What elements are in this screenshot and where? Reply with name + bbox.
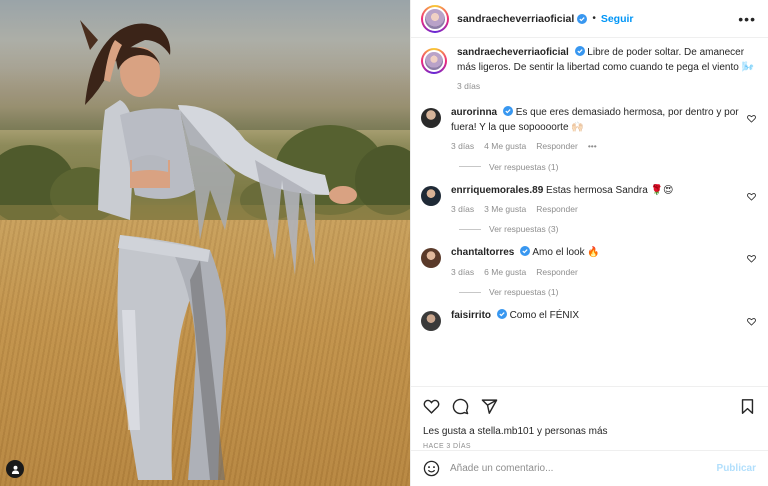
- comments-list[interactable]: sandraecheverriaoficial Libre de poder s…: [411, 38, 768, 386]
- comment-likes[interactable]: 3 Me gusta: [484, 203, 526, 215]
- view-replies-button[interactable]: Ver respuestas (1): [459, 162, 756, 172]
- reply-button[interactable]: Responder: [536, 203, 578, 215]
- view-replies-label: Ver respuestas (1): [489, 161, 559, 172]
- add-comment-bar: Publicar: [411, 450, 768, 486]
- caption-time: 3 días: [457, 81, 481, 91]
- comment-time: 3 días: [451, 266, 475, 277]
- person-icon: [11, 465, 19, 474]
- follow-button[interactable]: Seguir: [601, 13, 634, 25]
- comment-username[interactable]: enrriquemorales.89: [451, 185, 543, 196]
- verified-badge-icon: [496, 309, 507, 320]
- comment-time: 3 días: [451, 204, 475, 215]
- comment-username[interactable]: chantaltorres: [451, 247, 514, 258]
- comment-text: Amo el look 🔥: [532, 247, 600, 259]
- emoji-smiley-icon[interactable]: [423, 460, 440, 477]
- comment-input[interactable]: [450, 463, 717, 474]
- more-dots-icon[interactable]: •••: [738, 11, 756, 27]
- author-username[interactable]: sandraecheverriaoficial: [457, 13, 574, 25]
- comment-username[interactable]: faisirrito: [451, 310, 491, 321]
- post-timestamp: HACE 3 DÍAS: [423, 443, 471, 450]
- comment-avatar[interactable]: [421, 108, 441, 129]
- view-replies-label: Ver respuestas (1): [489, 287, 559, 298]
- comment-avatar[interactable]: [421, 185, 441, 206]
- comment-text: Estas hermosa Sandra 🌹😍: [546, 184, 674, 196]
- heart-icon[interactable]: [747, 317, 756, 326]
- caption-username[interactable]: sandraecheverriaoficial: [457, 47, 569, 58]
- share-paper-plane-icon[interactable]: [481, 398, 498, 415]
- verified-badge-icon: [574, 46, 585, 56]
- user-tag-icon[interactable]: [6, 460, 24, 478]
- post-header: sandraecheverriaoficial • Seguir •••: [411, 0, 768, 38]
- author-avatar[interactable]: [421, 4, 449, 33]
- action-bar: [411, 386, 768, 426]
- heart-icon[interactable]: [747, 114, 756, 123]
- comment-item: chantaltorres Amo el look 🔥 3 días 6 Me …: [421, 246, 756, 278]
- heart-icon[interactable]: [747, 192, 756, 201]
- heart-icon[interactable]: [747, 254, 756, 264]
- comment-bubble-icon[interactable]: [452, 398, 469, 415]
- comment-item: enrriquemorales.89 Estas hermosa Sandra …: [421, 184, 756, 216]
- comment-username[interactable]: aurorinna: [451, 107, 497, 118]
- comment-item: faisirrito Como el FÉNIX: [421, 309, 756, 332]
- comment-text: Como el FÉNIX: [509, 310, 580, 322]
- comment-avatar[interactable]: [421, 248, 441, 269]
- verified-badge-icon: [577, 13, 588, 24]
- reply-button[interactable]: Responder: [536, 140, 578, 152]
- photo-woman-silver-outfit: [80, 20, 357, 480]
- publish-button[interactable]: Publicar: [717, 463, 756, 474]
- likes-summary[interactable]: Les gusta a stella.mb101 y personas más: [411, 426, 768, 437]
- comment-options[interactable]: •••: [588, 140, 597, 152]
- caption: sandraecheverriaoficial Libre de poder s…: [421, 46, 756, 92]
- heart-icon[interactable]: [423, 398, 440, 415]
- view-replies-button[interactable]: Ver respuestas (1): [459, 287, 756, 297]
- comment-likes[interactable]: 6 Me gusta: [484, 266, 526, 278]
- view-replies-button[interactable]: Ver respuestas (3): [459, 224, 756, 234]
- post-modal: sandraecheverriaoficial • Seguir ••• san…: [0, 0, 768, 486]
- verified-badge-icon: [502, 106, 513, 117]
- post-details-panel: sandraecheverriaoficial • Seguir ••• san…: [410, 0, 768, 486]
- bookmark-icon[interactable]: [739, 398, 756, 415]
- view-replies-label: Ver respuestas (3): [489, 224, 559, 235]
- comment-item: aurorinna Es que eres demasiado hermosa,…: [421, 106, 756, 152]
- comment-time: 3 días: [451, 141, 475, 152]
- comment-avatar[interactable]: [421, 311, 441, 332]
- caption-avatar[interactable]: [421, 48, 447, 74]
- reply-button[interactable]: Responder: [536, 266, 578, 278]
- verified-badge-icon: [520, 246, 531, 257]
- header-separator: •: [592, 13, 596, 24]
- comment-likes[interactable]: 4 Me gusta: [484, 140, 526, 152]
- post-photo[interactable]: [0, 0, 410, 486]
